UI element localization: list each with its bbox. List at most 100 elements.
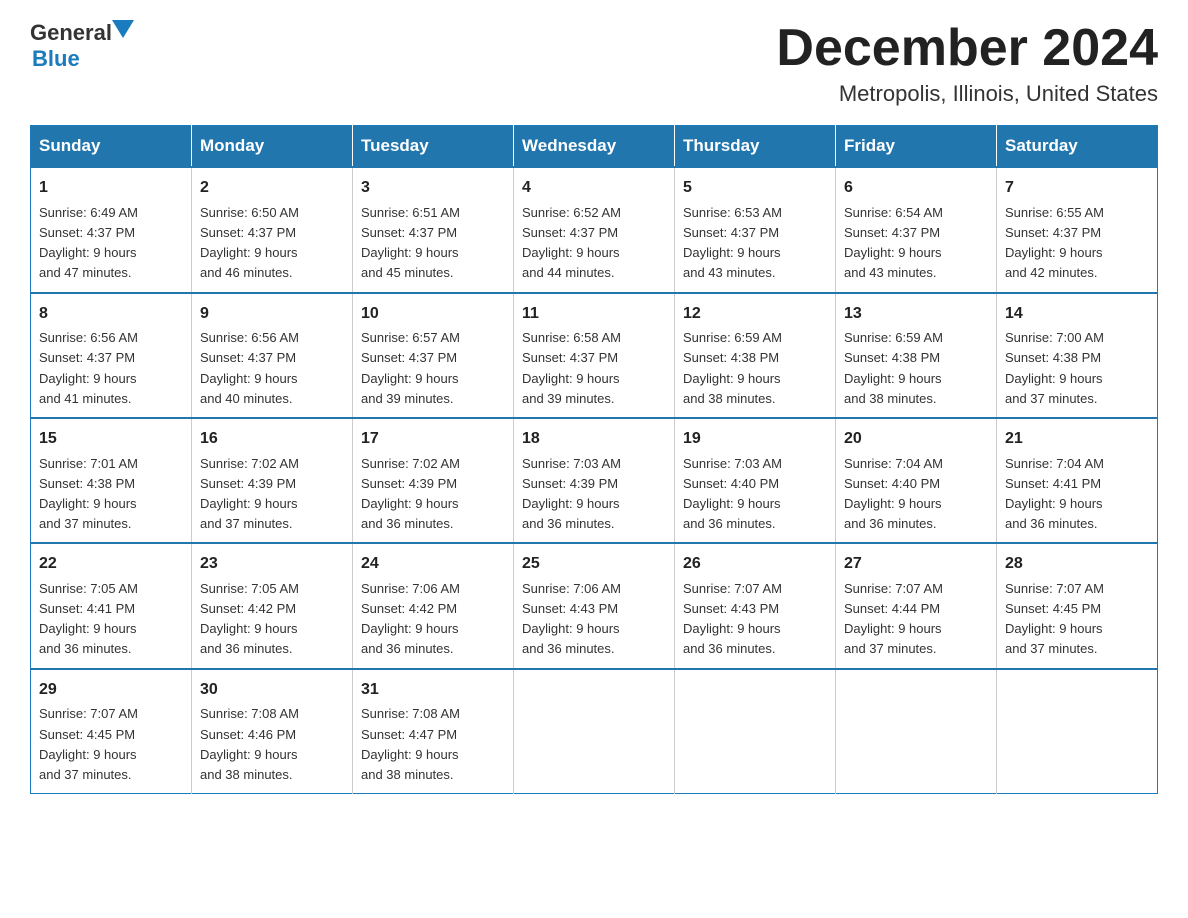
day-info: Sunrise: 7:07 AMSunset: 4:43 PMDaylight:… xyxy=(683,581,782,656)
day-info: Sunrise: 6:51 AMSunset: 4:37 PMDaylight:… xyxy=(361,205,460,280)
week-row-1: 1 Sunrise: 6:49 AMSunset: 4:37 PMDaylight… xyxy=(31,167,1158,292)
day-info: Sunrise: 7:07 AMSunset: 4:45 PMDaylight:… xyxy=(1005,581,1104,656)
day-info: Sunrise: 7:05 AMSunset: 4:41 PMDaylight:… xyxy=(39,581,138,656)
calendar-cell: 11Sunrise: 6:58 AMSunset: 4:37 PMDayligh… xyxy=(514,293,675,418)
weekday-monday: Monday xyxy=(192,126,353,168)
day-info: Sunrise: 7:05 AMSunset: 4:42 PMDaylight:… xyxy=(200,581,299,656)
day-number: 3 xyxy=(361,176,505,201)
day-number: 23 xyxy=(200,552,344,577)
day-info: Sunrise: 7:04 AMSunset: 4:41 PMDaylight:… xyxy=(1005,456,1104,531)
day-info: Sunrise: 6:59 AMSunset: 4:38 PMDaylight:… xyxy=(844,330,943,405)
day-number: 26 xyxy=(683,552,827,577)
calendar-cell: 17 Sunrise: 7:02 AMSunset: 4:39 PMDayligh… xyxy=(353,418,514,543)
day-info: Sunrise: 7:07 AMSunset: 4:44 PMDaylight:… xyxy=(844,581,943,656)
day-info: Sunrise: 7:02 AMSunset: 4:39 PMDaylight:… xyxy=(361,456,460,531)
calendar-cell: 29 Sunrise: 7:07 AMSunset: 4:45 PMDayligh… xyxy=(31,669,192,794)
calendar-cell: 1 Sunrise: 6:49 AMSunset: 4:37 PMDaylight… xyxy=(31,167,192,292)
week-row-5: 29 Sunrise: 7:07 AMSunset: 4:45 PMDayligh… xyxy=(31,669,1158,794)
day-info: Sunrise: 6:50 AMSunset: 4:37 PMDaylight:… xyxy=(200,205,299,280)
day-number: 17 xyxy=(361,427,505,452)
day-number: 30 xyxy=(200,678,344,703)
calendar-cell: 20 Sunrise: 7:04 AMSunset: 4:40 PMDayligh… xyxy=(836,418,997,543)
calendar-cell: 26 Sunrise: 7:07 AMSunset: 4:43 PMDayligh… xyxy=(675,543,836,668)
day-info: Sunrise: 6:49 AMSunset: 4:37 PMDaylight:… xyxy=(39,205,138,280)
calendar-cell xyxy=(514,669,675,794)
logo-text: General Blue xyxy=(30,20,134,72)
calendar-cell: 6 Sunrise: 6:54 AMSunset: 4:37 PMDaylight… xyxy=(836,167,997,292)
day-info: Sunrise: 7:03 AMSunset: 4:40 PMDaylight:… xyxy=(683,456,782,531)
calendar-table: SundayMondayTuesdayWednesdayThursdayFrid… xyxy=(30,125,1158,794)
day-info: Sunrise: 7:02 AMSunset: 4:39 PMDaylight:… xyxy=(200,456,299,531)
calendar-body: 1 Sunrise: 6:49 AMSunset: 4:37 PMDaylight… xyxy=(31,167,1158,793)
day-number: 20 xyxy=(844,427,988,452)
calendar-cell: 23 Sunrise: 7:05 AMSunset: 4:42 PMDayligh… xyxy=(192,543,353,668)
day-info: Sunrise: 6:57 AMSunset: 4:37 PMDaylight:… xyxy=(361,330,460,405)
logo: General Blue xyxy=(30,20,134,72)
calendar-cell: 2Sunrise: 6:50 AMSunset: 4:37 PMDaylight… xyxy=(192,167,353,292)
calendar-cell: 15 Sunrise: 7:01 AMSunset: 4:38 PMDayligh… xyxy=(31,418,192,543)
calendar-cell: 18 Sunrise: 7:03 AMSunset: 4:39 PMDayligh… xyxy=(514,418,675,543)
calendar-cell xyxy=(997,669,1158,794)
day-number: 24 xyxy=(361,552,505,577)
day-number: 29 xyxy=(39,678,183,703)
day-number: 21 xyxy=(1005,427,1149,452)
day-info: Sunrise: 7:04 AMSunset: 4:40 PMDaylight:… xyxy=(844,456,943,531)
weekday-header-row: SundayMondayTuesdayWednesdayThursdayFrid… xyxy=(31,126,1158,168)
calendar-cell: 10Sunrise: 6:57 AMSunset: 4:37 PMDayligh… xyxy=(353,293,514,418)
day-number: 16 xyxy=(200,427,344,452)
calendar-cell: 4 Sunrise: 6:52 AMSunset: 4:37 PMDaylight… xyxy=(514,167,675,292)
day-info: Sunrise: 6:52 AMSunset: 4:37 PMDaylight:… xyxy=(522,205,621,280)
calendar-cell: 9 Sunrise: 6:56 AMSunset: 4:37 PMDaylight… xyxy=(192,293,353,418)
day-info: Sunrise: 7:06 AMSunset: 4:42 PMDaylight:… xyxy=(361,581,460,656)
day-number: 14 xyxy=(1005,302,1149,327)
day-info: Sunrise: 7:08 AMSunset: 4:46 PMDaylight:… xyxy=(200,706,299,781)
logo-triangle-icon xyxy=(112,20,134,38)
weekday-thursday: Thursday xyxy=(675,126,836,168)
calendar-cell: 16 Sunrise: 7:02 AMSunset: 4:39 PMDayligh… xyxy=(192,418,353,543)
day-number: 8 xyxy=(39,302,183,327)
weekday-wednesday: Wednesday xyxy=(514,126,675,168)
calendar-cell: 5 Sunrise: 6:53 AMSunset: 4:37 PMDaylight… xyxy=(675,167,836,292)
calendar-cell: 30 Sunrise: 7:08 AMSunset: 4:46 PMDayligh… xyxy=(192,669,353,794)
day-info: Sunrise: 7:03 AMSunset: 4:39 PMDaylight:… xyxy=(522,456,621,531)
day-number: 5 xyxy=(683,176,827,201)
calendar-cell: 19 Sunrise: 7:03 AMSunset: 4:40 PMDayligh… xyxy=(675,418,836,543)
day-number: 18 xyxy=(522,427,666,452)
title-area: December 2024 Metropolis, Illinois, Unit… xyxy=(776,20,1158,107)
day-number: 4 xyxy=(522,176,666,201)
day-number: 19 xyxy=(683,427,827,452)
calendar-cell xyxy=(836,669,997,794)
day-number: 15 xyxy=(39,427,183,452)
day-number: 28 xyxy=(1005,552,1149,577)
page-header: General Blue December 2024 Metropolis, I… xyxy=(30,20,1158,107)
weekday-tuesday: Tuesday xyxy=(353,126,514,168)
day-number: 31 xyxy=(361,678,505,703)
day-info: Sunrise: 6:59 AMSunset: 4:38 PMDaylight:… xyxy=(683,330,782,405)
month-title: December 2024 xyxy=(776,20,1158,77)
day-info: Sunrise: 7:01 AMSunset: 4:38 PMDaylight:… xyxy=(39,456,138,531)
day-number: 9 xyxy=(200,302,344,327)
calendar-cell: 28 Sunrise: 7:07 AMSunset: 4:45 PMDayligh… xyxy=(997,543,1158,668)
calendar-cell: 13 Sunrise: 6:59 AMSunset: 4:38 PMDayligh… xyxy=(836,293,997,418)
calendar-cell: 8Sunrise: 6:56 AMSunset: 4:37 PMDaylight… xyxy=(31,293,192,418)
day-info: Sunrise: 6:58 AMSunset: 4:37 PMDaylight:… xyxy=(522,330,621,405)
day-info: Sunrise: 6:55 AMSunset: 4:37 PMDaylight:… xyxy=(1005,205,1104,280)
day-number: 1 xyxy=(39,176,183,201)
calendar-cell: 14Sunrise: 7:00 AMSunset: 4:38 PMDayligh… xyxy=(997,293,1158,418)
day-info: Sunrise: 6:54 AMSunset: 4:37 PMDaylight:… xyxy=(844,205,943,280)
day-info: Sunrise: 7:07 AMSunset: 4:45 PMDaylight:… xyxy=(39,706,138,781)
day-info: Sunrise: 6:56 AMSunset: 4:37 PMDaylight:… xyxy=(200,330,299,405)
calendar-cell xyxy=(675,669,836,794)
day-info: Sunrise: 6:53 AMSunset: 4:37 PMDaylight:… xyxy=(683,205,782,280)
day-number: 27 xyxy=(844,552,988,577)
calendar-cell: 24 Sunrise: 7:06 AMSunset: 4:42 PMDayligh… xyxy=(353,543,514,668)
calendar-header: SundayMondayTuesdayWednesdayThursdayFrid… xyxy=(31,126,1158,168)
day-number: 7 xyxy=(1005,176,1149,201)
day-number: 13 xyxy=(844,302,988,327)
day-number: 6 xyxy=(844,176,988,201)
location-title: Metropolis, Illinois, United States xyxy=(776,81,1158,107)
day-number: 22 xyxy=(39,552,183,577)
calendar-cell: 27 Sunrise: 7:07 AMSunset: 4:44 PMDayligh… xyxy=(836,543,997,668)
calendar-cell: 3 Sunrise: 6:51 AMSunset: 4:37 PMDaylight… xyxy=(353,167,514,292)
week-row-4: 22 Sunrise: 7:05 AMSunset: 4:41 PMDayligh… xyxy=(31,543,1158,668)
